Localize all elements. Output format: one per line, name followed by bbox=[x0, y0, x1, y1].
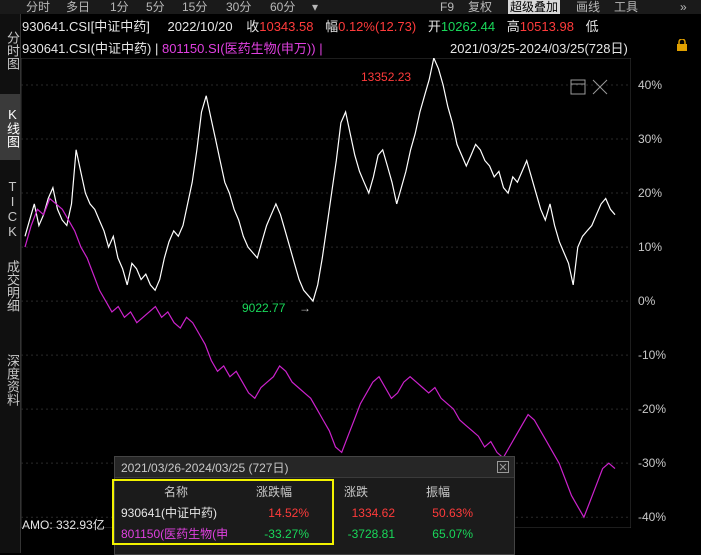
high-value: 10513.98 bbox=[519, 19, 574, 34]
amo-indicator: AMO: 332.93亿 bbox=[22, 518, 105, 532]
y-tick-label: 20% bbox=[638, 186, 663, 201]
adjust-button[interactable]: 复权 bbox=[468, 0, 492, 14]
tab-15min[interactable]: 15分 bbox=[182, 0, 207, 14]
row-amp: 50.63% bbox=[432, 505, 473, 520]
y-tick-label: 0% bbox=[638, 294, 656, 309]
sidebar-tab-tick[interactable]: TICK bbox=[0, 174, 20, 244]
y-tick-label: -30% bbox=[638, 456, 667, 471]
sidebar: 分时图 K线图 TICK 成交明细 深度资料 bbox=[0, 14, 21, 553]
tab-60min[interactable]: 60分 bbox=[270, 0, 295, 14]
lock-icon[interactable] bbox=[676, 38, 688, 51]
tools-button[interactable]: 工具 bbox=[614, 0, 638, 14]
high-annotation: 13352.23 bbox=[361, 70, 411, 84]
open-label: 开 bbox=[427, 19, 441, 34]
sidebar-tab-trade-detail[interactable]: 成交明细 bbox=[0, 246, 20, 326]
open-value: 10262.44 bbox=[440, 19, 496, 34]
change-pct: 0.12% bbox=[338, 19, 375, 34]
y-axis: 40% 30% 20% 10% 0% -10% -20% -30% -40% bbox=[632, 58, 701, 528]
change-label: 幅 bbox=[325, 19, 339, 34]
low-arrow-icon: → bbox=[299, 301, 311, 315]
low-annotation: 9022.77 bbox=[242, 301, 286, 315]
y-tick-label: 30% bbox=[638, 132, 663, 147]
draw-line-button[interactable]: 画线 bbox=[576, 0, 600, 14]
period-toolbar: 分时 多日 1分 5分 15分 30分 60分 ▾ F9 复权 超级叠加 画线 … bbox=[0, 0, 701, 14]
separator: | bbox=[154, 41, 159, 56]
main-series-name: 930641.CSI(中证中药) bbox=[22, 41, 152, 56]
close-label: 收 bbox=[246, 19, 260, 34]
y-tick-label: -40% bbox=[638, 510, 667, 525]
highlight-box bbox=[112, 479, 334, 545]
popup-title: 2021/03/26-2024/03/25 (727日) bbox=[121, 461, 289, 475]
sidebar-tab-depth[interactable]: 深度资料 bbox=[0, 340, 20, 420]
tab-multiday[interactable]: 多日 bbox=[66, 0, 90, 14]
high-label: 高 bbox=[506, 19, 520, 34]
y-tick-label: -20% bbox=[638, 402, 667, 417]
date-range: 2021/03/25-2024/03/25(728日) bbox=[450, 41, 628, 56]
y-tick-label: 10% bbox=[638, 240, 663, 255]
expand-icon[interactable]: » bbox=[680, 0, 687, 14]
overlay-series-name[interactable]: 801150.SI(医药生物(申万)) bbox=[162, 41, 316, 56]
popup-header: 2021/03/26-2024/03/25 (727日) bbox=[115, 457, 514, 478]
tab-1min[interactable]: 1分 bbox=[110, 0, 129, 14]
low-label: 低 bbox=[585, 19, 599, 34]
col-header-amp: 振幅 bbox=[425, 485, 450, 499]
super-overlay-button[interactable]: 超级叠加 bbox=[508, 0, 561, 14]
overlay-info-row: 930641.CSI(中证中药) | 801150.SI(医药生物(申万)) | bbox=[22, 38, 323, 57]
chevron-down-icon[interactable]: ▾ bbox=[312, 0, 318, 14]
y-tick-label: -10% bbox=[638, 348, 667, 363]
tab-30min[interactable]: 30分 bbox=[226, 0, 251, 14]
row-amp: 65.07% bbox=[432, 526, 473, 541]
separator: | bbox=[319, 41, 323, 56]
sidebar-tab-kline[interactable]: K线图 bbox=[0, 94, 20, 160]
f9-button[interactable]: F9 bbox=[440, 0, 454, 14]
tab-intraday[interactable]: 分时 bbox=[26, 0, 50, 14]
security-code: 930641.CSI[中证中药] bbox=[22, 19, 150, 34]
y-tick-label: 40% bbox=[638, 78, 663, 92]
tab-5min[interactable]: 5分 bbox=[146, 0, 165, 14]
sidebar-tab-intraday[interactable]: 分时图 bbox=[0, 20, 20, 80]
close-value: 10343.58 bbox=[259, 19, 314, 34]
quote-date: 2022/10/20 bbox=[167, 19, 233, 34]
close-icon[interactable] bbox=[497, 460, 509, 473]
change-value: (12.73) bbox=[374, 19, 417, 34]
quote-info-row: 930641.CSI[中证中药] 2022/10/20 收10343.58 幅0… bbox=[22, 16, 599, 35]
